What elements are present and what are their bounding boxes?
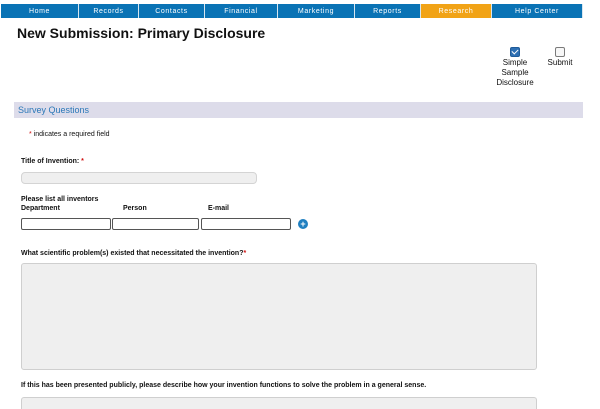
- inventors-label: Please list all inventors: [21, 196, 99, 203]
- nav-research[interactable]: Research: [421, 4, 492, 18]
- public-presentation-label: If this has been presented publicly, ple…: [21, 382, 427, 389]
- scientific-problem-textarea[interactable]: [21, 263, 537, 370]
- title-of-invention-input[interactable]: [21, 172, 257, 184]
- person-input[interactable]: [112, 218, 199, 230]
- nav-help-center[interactable]: Help Center: [492, 4, 583, 18]
- add-inventor-button[interactable]: +: [298, 219, 308, 229]
- required-star: *: [243, 250, 247, 257]
- column-department: Department: [21, 205, 60, 212]
- page-title: New Submission: Primary Disclosure: [17, 25, 266, 41]
- option-label: Submit: [547, 58, 573, 67]
- nav-reports[interactable]: Reports: [355, 4, 421, 18]
- q1-label-text: What scientific problem(s) existed that …: [21, 250, 244, 257]
- unchecked-checkbox-icon[interactable]: [555, 47, 565, 57]
- top-nav: Home Records Contacts Financial Marketin…: [0, 0, 600, 20]
- nav-financial[interactable]: Financial: [205, 4, 278, 18]
- email-input[interactable]: [201, 218, 291, 230]
- required-star: *: [79, 158, 84, 165]
- department-input[interactable]: [21, 218, 111, 230]
- required-note-text: indicates a required field: [31, 131, 110, 138]
- public-presentation-textarea[interactable]: [21, 397, 537, 409]
- nav-contacts[interactable]: Contacts: [139, 4, 205, 18]
- column-person: Person: [123, 205, 147, 212]
- checked-checkbox-icon[interactable]: [510, 47, 520, 57]
- section-header-survey-questions: Survey Questions: [14, 102, 583, 118]
- nav-marketing[interactable]: Marketing: [278, 4, 355, 18]
- column-email: E-mail: [208, 205, 230, 212]
- required-field-note: * indicates a required field: [29, 131, 110, 138]
- nav-records[interactable]: Records: [79, 4, 139, 18]
- option-submit[interactable]: Submit: [530, 47, 590, 68]
- title-label-text: Title of Invention:: [21, 158, 80, 165]
- nav-home[interactable]: Home: [1, 4, 79, 18]
- scientific-problem-label: What scientific problem(s) existed that …: [21, 250, 246, 257]
- title-of-invention-label: Title of Invention: *: [21, 158, 84, 165]
